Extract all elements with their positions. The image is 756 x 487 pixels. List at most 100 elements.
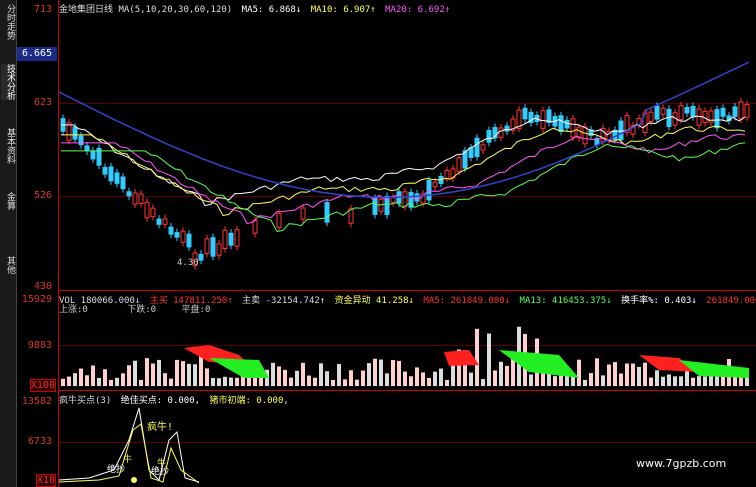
volume-bar [217, 378, 221, 386]
volume-bar [139, 379, 143, 386]
vol-label-mid: 9883 [27, 340, 52, 351]
candle-body [108, 166, 114, 182]
volume-bar [685, 369, 689, 386]
volume-bar [613, 362, 617, 386]
vol-ma13-value: MA13: 416453.375↓ [519, 296, 612, 306]
volume-bar [157, 359, 161, 386]
volume-bar [151, 363, 155, 386]
tab-basic-info[interactable]: 基本资料 [1, 128, 15, 164]
vol-subheader: 上涨:0 下跌:0 平盘:0 [59, 302, 210, 315]
volume-bar [667, 374, 671, 386]
best-label-2: 绝抄 [151, 467, 170, 477]
vol-ma5-value: MA5: 261849.000↓ [423, 296, 511, 306]
volume-bar [295, 370, 299, 386]
volume-bar [133, 360, 137, 386]
candle-body [198, 253, 204, 261]
candle-body [456, 157, 462, 172]
candle-body [522, 107, 528, 120]
volume-bar [181, 361, 185, 386]
candle-body [90, 150, 96, 160]
volume-bar [403, 371, 407, 386]
volume-bar [703, 376, 707, 386]
candle-body [66, 122, 72, 141]
ma20-value: MA20: 6.692↑ [385, 5, 451, 15]
volume-bar [493, 370, 497, 386]
candle-body [714, 109, 720, 129]
volume-bar [271, 362, 275, 386]
ma-params: MA(5,10,20,30,60,120) [118, 5, 233, 15]
volume-bar [409, 376, 413, 386]
candle-body [372, 197, 378, 215]
candle-body [348, 208, 354, 224]
volume-bar [607, 364, 611, 386]
candle-body [474, 137, 480, 158]
candle-body [414, 193, 420, 202]
up-count: 上涨:0 [59, 305, 88, 315]
candle-body [114, 172, 120, 184]
candle-body [162, 218, 168, 225]
candle-body [222, 229, 228, 249]
volume-bar [343, 379, 347, 386]
candle-body [570, 118, 576, 138]
indicator-marker [131, 477, 137, 483]
candle-body [432, 181, 438, 188]
volume-bar [421, 372, 425, 386]
candle-body [228, 232, 234, 246]
volume-bar [211, 378, 215, 386]
volume-bar [109, 379, 113, 386]
volume-bar [145, 358, 149, 386]
sidebar: 分时走势 技术分析 基本资料 金算 其他 [0, 0, 17, 487]
volume-bar [619, 373, 623, 386]
candle-body [138, 193, 144, 204]
volume-bar [349, 370, 353, 386]
candle-body [102, 166, 108, 175]
vol-multiplier: X100 [29, 379, 56, 392]
candle-body [654, 105, 660, 120]
candle-body [132, 192, 138, 205]
volume-bar [679, 376, 683, 386]
candle-body [678, 105, 684, 121]
volume-bar [643, 362, 647, 386]
volume-bar [691, 377, 695, 386]
volume-bar [697, 376, 701, 386]
volume-bar [79, 368, 83, 386]
candle-body [120, 176, 126, 190]
candle-body [390, 196, 396, 203]
candle-body [540, 110, 546, 129]
volume-bar [115, 377, 119, 386]
tab-gold-calc[interactable]: 金算 [1, 192, 15, 210]
tab-other[interactable]: 其他 [1, 256, 15, 274]
volume-bar [583, 379, 587, 386]
volume-bar [673, 376, 677, 386]
volume-bar [637, 366, 641, 386]
volume-bar [433, 371, 437, 386]
low-price-annotation: 4.30 [177, 258, 199, 268]
volume-bar [307, 375, 311, 386]
tab-technical-analysis[interactable]: 技术分析 [1, 64, 15, 100]
candle-body [738, 101, 744, 120]
candle-body [468, 147, 474, 158]
volume-bar [661, 376, 665, 386]
volume-bar [325, 371, 329, 386]
candle-body [174, 232, 180, 238]
volume-bar [121, 373, 125, 386]
candle-body [186, 233, 192, 248]
volume-bar [331, 379, 335, 386]
volume-bar [379, 359, 383, 386]
tab-timeshare[interactable]: 分时走势 [1, 4, 15, 40]
chart-area[interactable]: 金地集团日线 MA(5,10,20,30,60,120) MA5: 6.868↓… [59, 0, 756, 487]
candle-body [684, 107, 690, 114]
volume-bar [235, 377, 239, 386]
candle-body [498, 127, 504, 138]
candle-body [618, 120, 624, 141]
funds-value: 资金异动 41.258↓ [334, 296, 414, 306]
volume-bar [655, 370, 659, 386]
candle-body [156, 218, 162, 225]
volume-bar [169, 378, 173, 386]
volume-bar [205, 368, 209, 386]
volume-bar [85, 375, 89, 386]
candle-body [150, 207, 156, 217]
volume-bar [625, 363, 629, 386]
indicator-line-white [59, 407, 200, 483]
kline-svg [59, 61, 750, 484]
